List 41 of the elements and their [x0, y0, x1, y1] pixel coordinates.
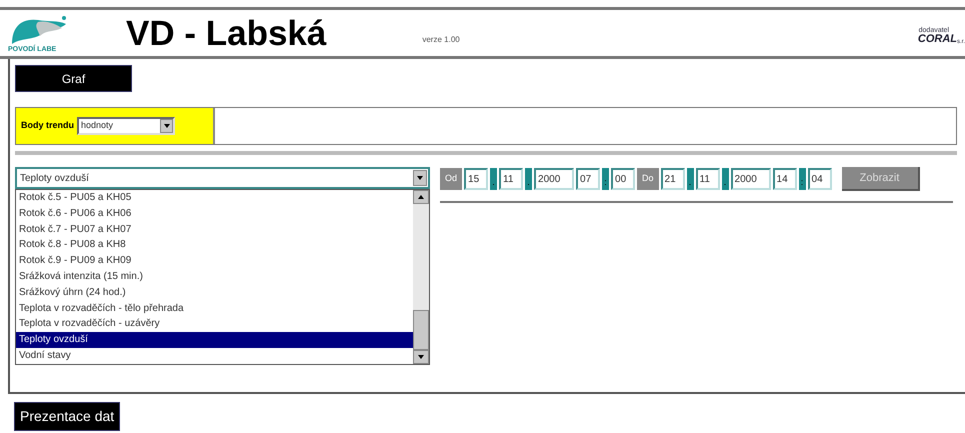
date-field[interactable]: 00	[611, 168, 636, 190]
date-field[interactable]: 11	[696, 168, 720, 190]
date-separator: .	[525, 168, 532, 190]
date-separator: :	[798, 168, 806, 190]
list-option[interactable]: Vodní stavy	[16, 348, 413, 364]
scroll-down-icon[interactable]	[413, 350, 429, 364]
list-option[interactable]: Teplota v rozvaděčích - tělo přehrada	[16, 300, 413, 316]
date-field[interactable]: 21	[660, 168, 685, 190]
section-label: Prezentace dat	[14, 402, 120, 431]
date-separator: .	[490, 168, 498, 190]
date-label: Do	[637, 168, 659, 190]
list-option[interactable]: Rotok č.5 - PU05 a KH05	[16, 190, 413, 206]
channel-dropdown[interactable]: Teploty ovzduší	[15, 167, 430, 189]
date-separator: :	[602, 168, 610, 190]
app-title: VD - Labská	[126, 16, 326, 50]
list-option[interactable]: Rotok č.6 - PU06 a KH06	[16, 206, 413, 222]
list-option[interactable]: Rotok č.8 - PU08 a KH8	[16, 237, 413, 254]
date-label: Od	[440, 168, 462, 190]
list-option[interactable]: Srážkový úhrn (24 hod.)	[16, 284, 413, 301]
supplier-logo: CORAL	[918, 34, 957, 45]
scrollbar[interactable]	[413, 190, 429, 364]
date-separator: .	[722, 168, 729, 190]
scroll-thumb[interactable]	[413, 310, 429, 350]
date-field[interactable]: 04	[808, 168, 832, 190]
date-field[interactable]: 2000	[534, 168, 574, 190]
date-field[interactable]: 14	[772, 168, 797, 190]
scroll-up-icon[interactable]	[413, 190, 429, 204]
date-field[interactable]: 11	[499, 168, 524, 190]
trend-points-label: Body trendu	[21, 119, 74, 132]
list-option[interactable]: Rotok č.7 - PU07 a KH07	[16, 222, 413, 238]
points-dropdown[interactable]: hodnoty	[77, 117, 175, 135]
date-field[interactable]: 15	[464, 168, 488, 190]
version-text: verze 1.00	[422, 34, 460, 46]
date-separator: .	[686, 168, 694, 190]
list-option[interactable]: Rotok č.9 - PU09 a KH09	[16, 253, 413, 269]
list-option[interactable]: Srážková intenzita (15 min.)	[16, 268, 413, 285]
date-field[interactable]: 2000	[730, 168, 771, 190]
list-option[interactable]: Teplota v rozvaděčích - uzávěry	[16, 316, 413, 332]
list-option[interactable]: Teploty ovzduší	[16, 332, 413, 348]
date-field[interactable]: 07	[576, 168, 600, 190]
graph-button[interactable]: Graf	[15, 65, 132, 92]
